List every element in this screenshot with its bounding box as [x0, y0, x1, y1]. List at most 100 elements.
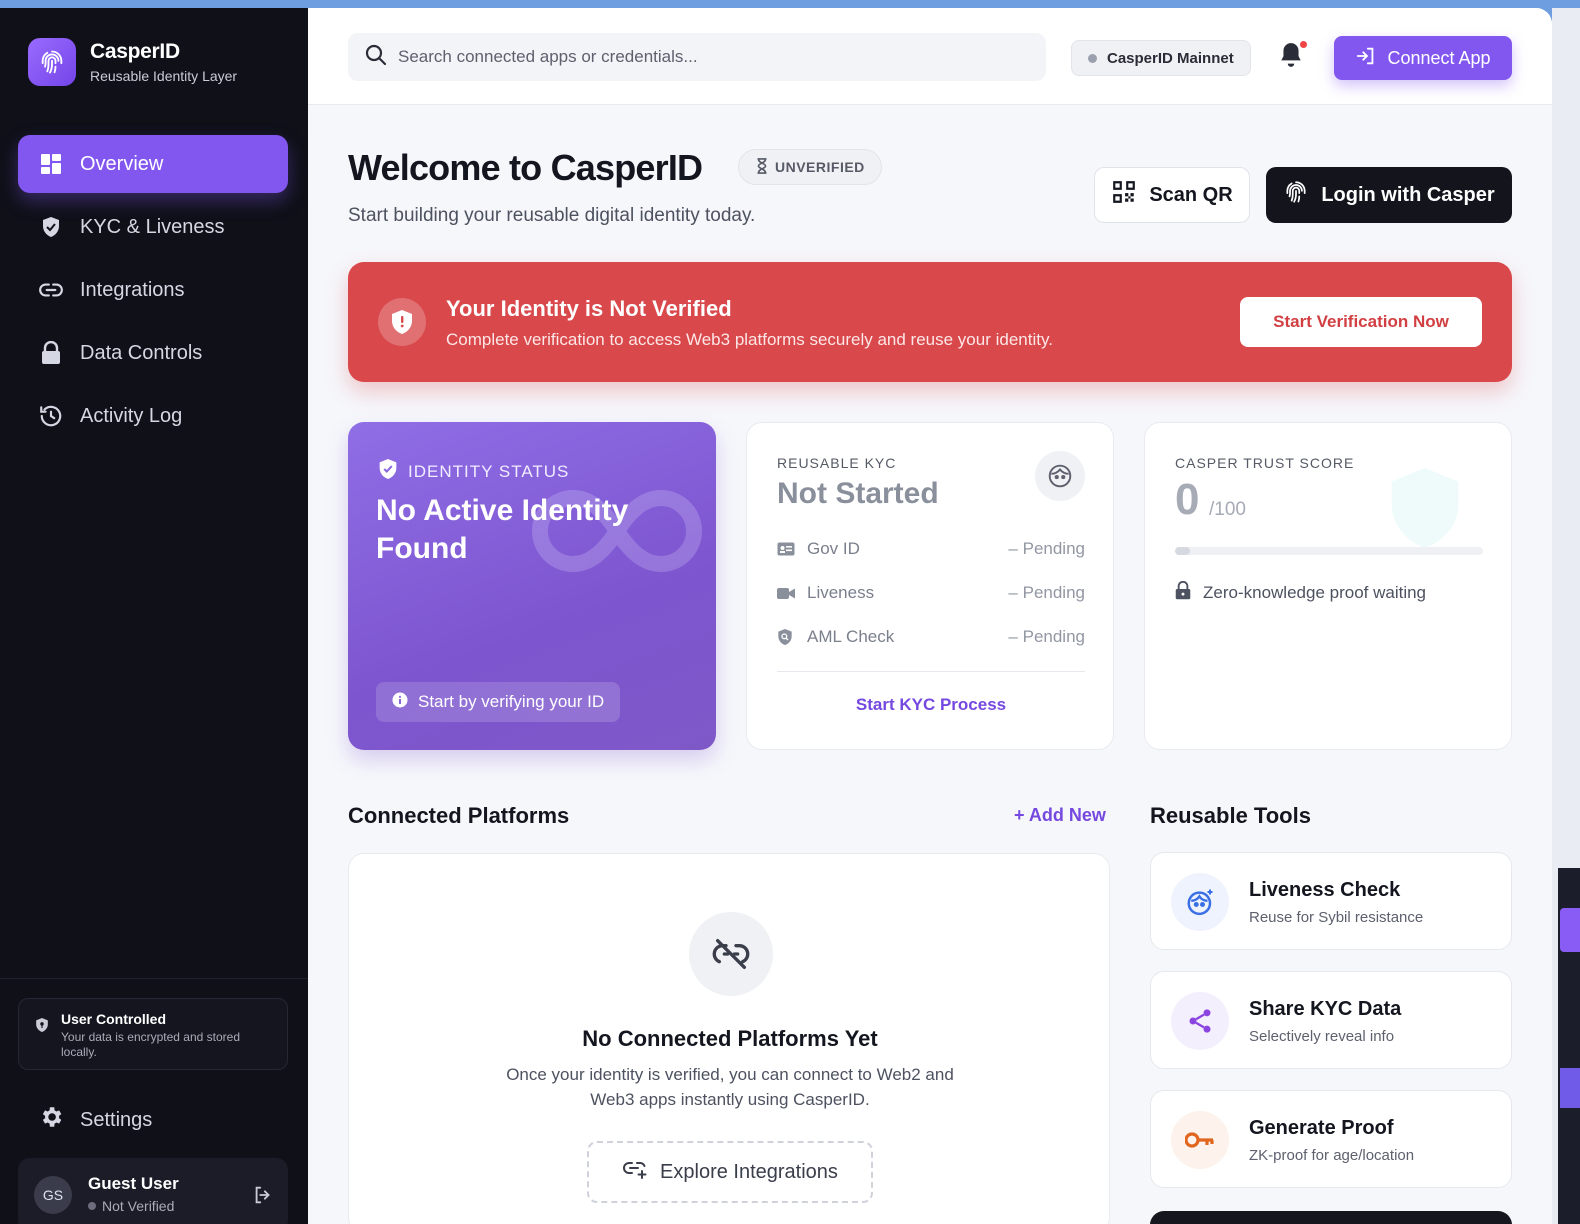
search-input[interactable] — [398, 47, 998, 67]
fingerprint-icon — [28, 38, 76, 86]
sidebar-item-data-controls[interactable]: Data Controls — [18, 324, 288, 382]
tool-title: Generate Proof — [1249, 1117, 1394, 1139]
status-badge-label: UNVERIFIED — [775, 159, 865, 175]
reusable-tools-title: Reusable Tools — [1150, 803, 1311, 828]
sidebar: CasperID Reusable Identity Layer Overvie… — [0, 8, 308, 1224]
trust-score-progress — [1175, 547, 1483, 555]
tool-liveness-check[interactable]: Liveness Check Reuse for Sybil resistanc… — [1150, 852, 1512, 950]
alert-title: Your Identity is Not Verified — [446, 296, 732, 321]
shield-lock-icon — [35, 1017, 49, 1038]
empty-state-title: No Connected Platforms Yet — [582, 1026, 878, 1051]
user-name: Guest User — [88, 1174, 179, 1193]
user-card[interactable]: GS Guest User Not Verified — [18, 1158, 288, 1224]
brand-tagline: Reusable Identity Layer — [90, 68, 238, 84]
brand-name: CasperID — [90, 40, 180, 63]
login-with-casper-label: Login with Casper — [1321, 183, 1495, 206]
trust-score-label: CASPER TRUST SCORE — [1175, 455, 1355, 471]
trust-score-note: Zero-knowledge proof waiting — [1175, 580, 1427, 605]
explore-integrations-label: Explore Integrations — [660, 1160, 838, 1183]
sidebar-item-overview[interactable]: Overview — [18, 135, 288, 193]
login-with-casper-button[interactable]: Login with Casper — [1266, 167, 1512, 223]
user-status: Not Verified — [88, 1198, 174, 1214]
sidebar-item-label: Data Controls — [80, 341, 203, 364]
shield-search-icon — [777, 628, 795, 646]
fingerprint-icon — [1283, 179, 1309, 211]
trust-score-max: /100 — [1209, 499, 1246, 520]
lock-icon — [1175, 580, 1191, 605]
shield-check-icon — [378, 458, 398, 485]
alert-subtitle: Complete verification to access Web3 pla… — [446, 330, 1053, 349]
brand[interactable]: CasperID Reusable Identity Layer — [28, 38, 237, 86]
sidebar-divider — [0, 978, 308, 979]
connect-app-button[interactable]: Connect App — [1334, 36, 1512, 80]
kyc-row-label: Liveness — [807, 583, 875, 602]
tool-title: Liveness Check — [1249, 879, 1401, 901]
sidebar-item-integrations[interactable]: Integrations — [18, 261, 288, 319]
identity-status-label: IDENTITY STATUS — [378, 458, 569, 485]
identity-hint[interactable]: Start by verifying your ID — [376, 682, 621, 722]
kyc-row-value: – Pending — [1008, 539, 1085, 558]
connected-platforms-title: Connected Platforms — [348, 803, 570, 828]
tool-subtitle: Reuse for Sybil resistance — [1249, 909, 1424, 926]
sidebar-item-label: Overview — [80, 152, 164, 175]
trust-score-card: CASPER TRUST SCORE 0 /100 Zero-knowledge… — [1144, 422, 1512, 750]
tool-subtitle: ZK-proof for age/location — [1249, 1147, 1415, 1164]
trust-score-note-text: Zero-knowledge proof waiting — [1203, 583, 1427, 602]
background-panel-accent — [1560, 908, 1580, 952]
share-icon — [1171, 992, 1229, 1050]
scan-qr-button[interactable]: Scan QR — [1094, 167, 1250, 223]
explore-integrations-button[interactable]: Explore Integrations — [587, 1141, 873, 1203]
page-subtitle: Start building your reusable digital ide… — [348, 205, 756, 226]
key-icon — [1171, 1111, 1229, 1169]
hourglass-icon — [755, 157, 769, 177]
lock-icon — [38, 340, 64, 366]
network-label: CasperID Mainnet — [1107, 49, 1234, 67]
sidebar-item-label: Activity Log — [80, 404, 183, 427]
add-new-platform-link[interactable]: + Add New — [1014, 805, 1106, 826]
info-icon — [392, 692, 408, 713]
face-scan-icon — [1171, 873, 1229, 931]
trust-score-progress-fill — [1175, 547, 1191, 555]
history-icon — [38, 403, 64, 429]
broken-link-icon — [689, 912, 773, 996]
add-link-icon — [622, 1158, 648, 1186]
network-badge[interactable]: CasperID Mainnet — [1071, 40, 1251, 76]
sidebar-nav: Overview KYC & Liveness Integrations Dat… — [18, 135, 288, 450]
avatar: GS — [34, 1176, 72, 1214]
login-arrow-icon — [1355, 45, 1377, 72]
app-window: CasperID Reusable Identity Layer Overvie… — [0, 8, 1552, 1224]
sidebar-item-settings[interactable]: Settings — [38, 1104, 152, 1136]
kyc-row-label: AML Check — [807, 627, 895, 646]
kyc-divider — [777, 671, 1085, 672]
tool-share-kyc-data[interactable]: Share KYC Data Selectively reveal info — [1150, 971, 1512, 1069]
kyc-row-value: – Pending — [1008, 627, 1085, 646]
user-status-text: Not Verified — [102, 1198, 175, 1214]
identity-status-card: IDENTITY STATUS No Active Identity Found… — [348, 422, 716, 750]
start-kyc-link[interactable]: Start KYC Process — [747, 695, 1115, 715]
start-verification-button[interactable]: Start Verification Now — [1240, 297, 1482, 347]
shield-icon — [38, 214, 64, 240]
bell-icon[interactable] — [1278, 41, 1307, 74]
verification-alert: Your Identity is Not Verified Complete v… — [348, 262, 1512, 382]
logout-icon[interactable] — [252, 1184, 274, 1211]
qr-code-icon — [1111, 179, 1137, 211]
kyc-row-liveness: Liveness – Pending — [777, 581, 1085, 605]
sidebar-item-kyc[interactable]: KYC & Liveness — [18, 198, 288, 256]
search-box[interactable] — [348, 33, 1046, 81]
connected-platforms-panel: No Connected Platforms Yet Once your ide… — [348, 853, 1110, 1224]
tool-card-partial[interactable] — [1150, 1211, 1512, 1224]
status-badge: UNVERIFIED — [738, 149, 882, 185]
reusable-kyc-card: REUSABLE KYC Not Started Gov ID – Pendin… — [746, 422, 1114, 750]
shield-watermark-icon — [1385, 463, 1465, 558]
page-title: Welcome to CasperID — [348, 147, 703, 188]
background-window-edge — [1552, 8, 1580, 1224]
kyc-row-gov-id: Gov ID – Pending — [777, 537, 1085, 561]
privacy-title: User Controlled — [61, 1011, 167, 1027]
video-camera-icon — [777, 587, 795, 600]
privacy-subtitle: Your data is encrypted and stored locall… — [61, 1030, 241, 1059]
sidebar-item-activity-log[interactable]: Activity Log — [18, 387, 288, 445]
tool-generate-proof[interactable]: Generate Proof ZK-proof for age/location — [1150, 1090, 1512, 1188]
link-icon — [38, 277, 64, 303]
shield-alert-icon — [378, 298, 426, 346]
gear-icon — [38, 1104, 64, 1136]
